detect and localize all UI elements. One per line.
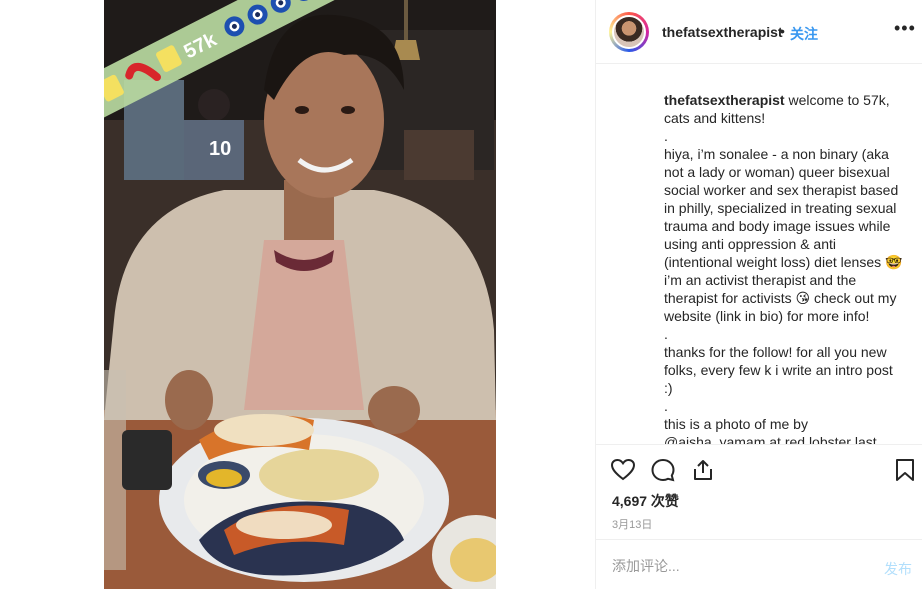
post-username[interactable]: thefatsextherapist: [662, 24, 783, 40]
caption-username[interactable]: thefatsextherapist: [664, 92, 785, 108]
caption-paragraph-3: this is a photo of me by @aisha_yamam at…: [664, 416, 877, 444]
bookmark-icon[interactable]: [892, 457, 918, 483]
heart-icon[interactable]: [610, 457, 636, 483]
likes-count[interactable]: 4,697 次赞: [612, 491, 679, 511]
post-date[interactable]: 3月13日: [612, 516, 652, 532]
post-photo-illustration: 10 57k: [104, 0, 496, 589]
comment-input[interactable]: [610, 553, 864, 579]
caption-first-line: thefatsextherapist welcome to 57k, cats …: [664, 91, 904, 127]
caption-dot-3: .: [664, 398, 668, 414]
comment-icon[interactable]: [650, 457, 676, 483]
post-media-area: 10 57k: [0, 0, 595, 589]
caption-paragraph-1: hiya, i’m sonalee - a non binary (aka no…: [664, 146, 903, 324]
svg-text:10: 10: [209, 138, 231, 160]
header-separator: •: [780, 23, 785, 39]
post-caption: thefatsextherapist welcome to 57k, cats …: [664, 91, 904, 444]
post-actions: 4,697 次赞 3月13日: [596, 444, 922, 539]
comment-bar: 发布: [596, 539, 922, 589]
caption-dot-2: .: [664, 326, 668, 342]
post-side-panel: thefatsextherapist • 关注 ••• thefatsexthe…: [595, 0, 922, 589]
caption-scroll-area[interactable]: thefatsextherapist welcome to 57k, cats …: [596, 64, 922, 444]
caption-dot-1: .: [664, 128, 668, 144]
caption-paragraph-2: thanks for the follow! for all you new f…: [664, 344, 893, 396]
avatar-image: [612, 15, 646, 49]
follow-button[interactable]: 关注: [790, 24, 818, 44]
post-header: thefatsextherapist • 关注 •••: [596, 0, 922, 64]
post-comment-button[interactable]: 发布: [884, 559, 912, 579]
post-photo[interactable]: 10 57k: [104, 0, 496, 589]
more-options-button[interactable]: •••: [894, 18, 916, 39]
avatar[interactable]: [609, 12, 649, 52]
share-icon[interactable]: [690, 457, 716, 483]
